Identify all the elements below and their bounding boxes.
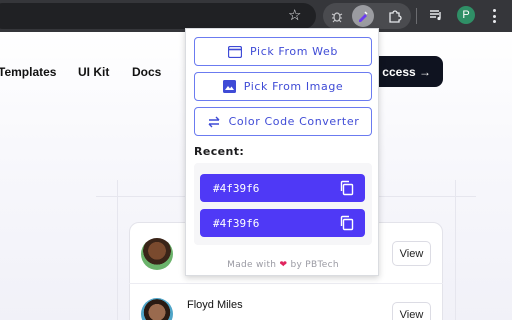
- image-icon: [222, 80, 236, 93]
- view-button[interactable]: View: [392, 302, 431, 320]
- footer-credit: by PBTech: [290, 260, 339, 270]
- person-name: Floyd Miles: [187, 299, 243, 311]
- address-bar[interactable]: [0, 3, 316, 29]
- recent-heading: Recent:: [194, 145, 245, 158]
- access-button[interactable]: ccess →: [372, 56, 443, 87]
- recent-color-swatch[interactable]: #4f39f6: [200, 209, 365, 237]
- grid-line: [117, 180, 118, 320]
- grid-line: [455, 180, 456, 320]
- copy-icon[interactable]: [339, 180, 355, 196]
- pick-from-image-button[interactable]: Pick From Image: [194, 72, 372, 101]
- color-picker-popup: Pick From Web Pick From Image Color Code…: [185, 28, 379, 276]
- bug-icon[interactable]: [328, 7, 346, 25]
- puzzle-icon[interactable]: [386, 7, 404, 25]
- toolbar-divider: [416, 8, 417, 24]
- swap-arrows-icon: [208, 116, 220, 127]
- pick-from-web-label: Pick From Web: [250, 45, 338, 58]
- recent-color-swatch[interactable]: #4f39f6: [200, 174, 365, 202]
- popup-footer: Made with ❤ by PBTech: [186, 260, 380, 270]
- menu-icon[interactable]: [490, 7, 498, 25]
- color-hex-value: #4f39f6: [213, 181, 260, 195]
- color-hex-value: #4f39f6: [213, 216, 260, 230]
- profile-avatar[interactable]: P: [457, 6, 475, 24]
- view-button[interactable]: View: [392, 241, 431, 266]
- list-divider: [129, 283, 443, 284]
- avatar: [141, 238, 173, 270]
- nav-ui-kit[interactable]: UI Kit: [78, 65, 109, 79]
- pick-from-web-button[interactable]: Pick From Web: [194, 37, 372, 66]
- nav-templates[interactable]: Templates: [0, 65, 56, 79]
- copy-icon[interactable]: [339, 215, 355, 231]
- browser-window-icon: [228, 45, 243, 58]
- nav-docs[interactable]: Docs: [132, 65, 161, 79]
- pick-from-image-label: Pick From Image: [243, 80, 344, 93]
- footer-text: Made with: [227, 260, 277, 270]
- star-icon[interactable]: ☆: [288, 6, 301, 26]
- heart-icon: ❤: [279, 260, 288, 270]
- color-code-converter-label: Color Code Converter: [228, 115, 360, 128]
- media-control-icon[interactable]: [428, 7, 446, 25]
- color-code-converter-button[interactable]: Color Code Converter: [194, 107, 372, 136]
- color-picker-icon[interactable]: [352, 5, 374, 27]
